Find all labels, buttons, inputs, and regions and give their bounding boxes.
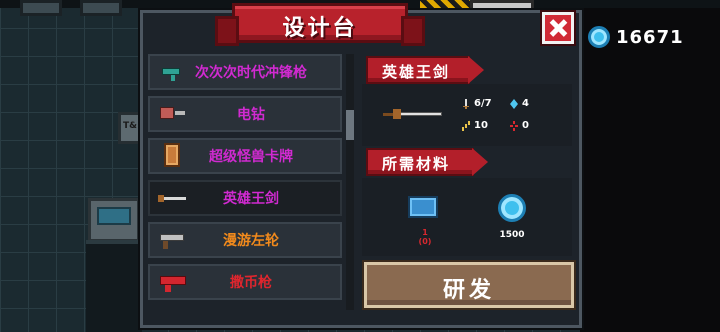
weapon-list-item[interactable]: 漫游左轮: [148, 222, 342, 258]
weapon-name-banner: 英雄王剑: [366, 56, 484, 84]
weapon-label: 超级怪兽卡牌: [209, 149, 293, 165]
wall-sign-text: T&: [123, 121, 137, 131]
material-need: 1 (0): [410, 228, 440, 246]
material-owned: (0): [418, 237, 432, 246]
card-icon: [158, 143, 188, 167]
accuracy-stat: 0: [510, 120, 529, 131]
energy-value: 4: [522, 98, 529, 109]
console-screen: [97, 207, 131, 225]
crit-value: 10: [474, 120, 488, 131]
weapon-label: 英雄王剑: [223, 191, 279, 207]
wall-machine: [20, 0, 62, 16]
weapon-list-item[interactable]: 超级怪兽卡牌: [148, 138, 342, 174]
sword-icon: [158, 188, 188, 208]
close-button[interactable]: [542, 12, 574, 44]
craft-button-label: 研发: [442, 278, 495, 303]
accuracy-value: 0: [522, 120, 529, 131]
gem-counter: 16671: [588, 25, 684, 49]
smg-icon: [158, 62, 188, 82]
title-banner: 设计台: [215, 3, 425, 46]
scrollbar-thumb[interactable]: [346, 110, 354, 140]
revolver-icon: [158, 230, 188, 250]
weapon-list[interactable]: 次次次时代冲锋枪 电钻 超级怪兽卡牌 英雄王剑 漫游左轮 撒币枪: [148, 54, 354, 310]
material-chip-icon: [408, 196, 438, 218]
damage-value: 6/7: [474, 98, 492, 109]
crit-stat: 10: [462, 120, 488, 131]
energy-stat: 4: [510, 98, 529, 109]
weapon-label: 电钻: [237, 107, 265, 123]
dark-void: [580, 0, 720, 332]
damage-stat: 6/7: [462, 98, 492, 109]
wall-machine: [80, 0, 122, 16]
weapon-list-item[interactable]: 次次次时代冲锋枪: [148, 54, 342, 90]
damage-icon: [463, 98, 469, 109]
drill-icon: [158, 104, 188, 124]
weapon-preview: 6/7 4 10 0: [362, 84, 572, 146]
gem-icon: [588, 26, 610, 48]
crosshair-icon: [510, 120, 518, 131]
weapon-list-item[interactable]: 电钻: [148, 96, 342, 132]
weapon-label: 漫游左轮: [223, 233, 279, 249]
weapon-label: 次次次时代冲锋枪: [195, 65, 307, 81]
sword-icon: [383, 109, 442, 119]
list-scrollbar[interactable]: [346, 54, 354, 310]
gem-cost: 1500: [499, 230, 525, 240]
weapon-label: 撒币枪: [230, 275, 272, 291]
gem-count: 16671: [616, 26, 684, 48]
weapon-list-item[interactable]: 撒币枪: [148, 264, 342, 300]
console-terminal: [88, 198, 140, 242]
coin-gun-icon: [158, 272, 188, 292]
materials-banner: 所需材料: [366, 148, 488, 176]
energy-icon: [510, 98, 518, 109]
material-required: 1: [422, 228, 428, 237]
crit-icon: [462, 120, 470, 131]
craft-button[interactable]: 研发: [364, 262, 574, 308]
materials-box: 1 (0) 1500: [362, 178, 572, 256]
weapon-name: 英雄王剑: [382, 63, 451, 81]
wall-block: [86, 240, 142, 332]
weapon-list-item-selected[interactable]: 英雄王剑: [148, 180, 342, 216]
gem-icon: [498, 194, 526, 222]
materials-label: 所需材料: [382, 155, 451, 173]
page-title: 设计台: [282, 16, 358, 41]
